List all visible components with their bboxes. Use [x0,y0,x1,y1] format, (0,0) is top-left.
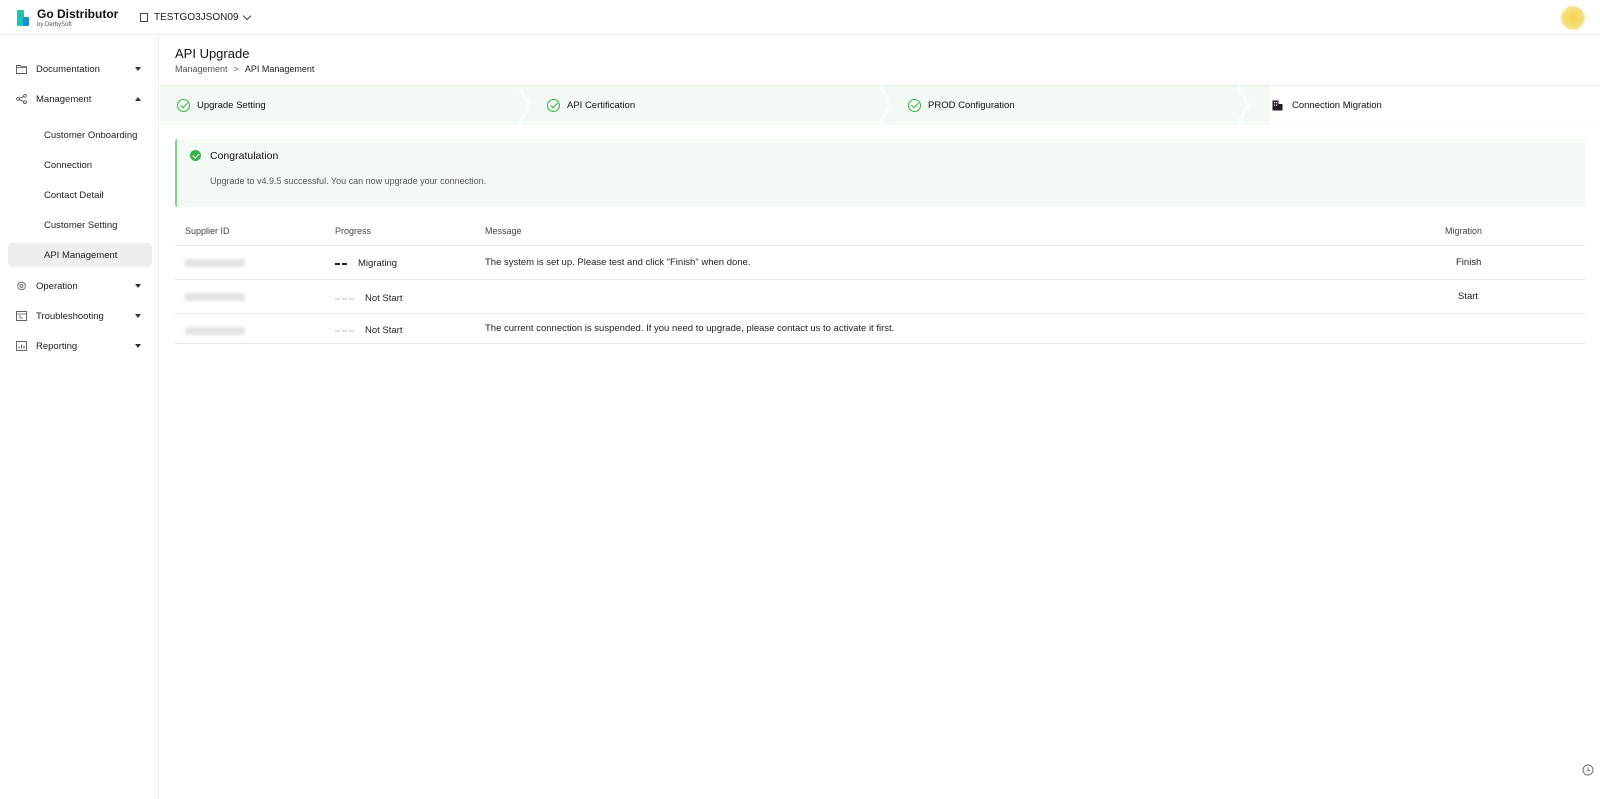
gear-icon [17,281,26,291]
row-message: The current connection is suspended. If … [485,323,895,334]
check-circle-icon [177,98,190,112]
step-label: API Certification [567,99,636,111]
sidebar-item-api-management[interactable]: API Management [8,243,152,267]
success-alert: Congratulation Upgrade to v4.9.5 success… [175,139,1585,207]
logo-mark-icon [17,10,29,26]
app-name: Go Distributor [37,7,119,21]
alert-title: Congratulation [210,150,279,162]
caret-down-icon [135,67,141,71]
step-prod-configuration[interactable]: PROD Configuration [908,86,1015,124]
column-message: Message [485,226,522,236]
caret-up-icon [135,97,141,101]
sidebar-item-management[interactable]: Management [0,84,159,114]
breadcrumb-management[interactable]: Management [175,64,228,74]
progress-status: Not Start [335,325,403,336]
column-progress: Progress [335,226,372,236]
sidebar-item-contact-detail[interactable]: Contact Detail [8,183,152,207]
sidebar: Documentation Management Customer Onboar… [0,35,159,799]
user-avatar[interactable] [1561,6,1585,30]
check-circle-icon [547,98,560,112]
alert-message: Upgrade to v4.9.5 successful. You can no… [210,176,487,186]
column-supplier-id: Supplier ID [185,226,230,236]
check-circle-icon [908,98,921,112]
tenant-selector[interactable]: TESTGO3JSON09 [140,11,252,23]
sidebar-label: Documentation [36,63,100,75]
folder-icon [16,65,27,74]
step-label: PROD Configuration [928,99,1015,111]
progress-label: Migrating [358,258,398,269]
start-button[interactable]: Start [1458,291,1478,302]
app-vendor: by DerbySoft [37,22,72,28]
chevron-down-icon [243,11,252,21]
breadcrumb-separator: > [233,64,239,74]
sidebar-item-connection[interactable]: Connection [8,153,152,177]
sidebar-label: Management [36,93,92,105]
top-header: Go Distributor by DerbySoft TESTGO3JSON0… [0,0,1600,35]
app-logo[interactable]: Go Distributor by DerbySoft [17,8,118,29]
supplier-id-redacted [185,293,245,301]
migration-table: Supplier ID Progress Message Migration M… [175,217,1585,344]
supplier-id-redacted [185,259,245,267]
help-icon[interactable] [1582,764,1594,776]
step-label: Connection Migration [1292,99,1382,111]
sidebar-label: Reporting [36,340,78,352]
progress-status: Migrating [335,258,397,269]
tenant-name: TESTGO3JSON09 [154,12,239,23]
column-migration: Migration [1445,226,1483,236]
caret-down-icon [135,344,141,348]
step-label: Upgrade Setting [197,99,266,111]
progress-label: Not Start [365,293,403,304]
step-separator-icon [880,86,892,124]
breadcrumb-current: API Management [244,64,315,74]
progress-label: Not Start [365,325,403,336]
step-upgrade-setting[interactable]: Upgrade Setting [177,86,266,124]
troubleshooting-icon [16,311,27,321]
sidebar-item-operation[interactable]: Operation [0,271,159,301]
sidebar-item-customer-setting[interactable]: Customer Setting [8,213,152,237]
sidebar-label: Troubleshooting [36,310,104,322]
table-row: Not Start Start [175,279,1585,313]
building-icon [140,13,148,22]
main-content: API Upgrade Management > API Management … [160,35,1600,799]
sidebar-item-documentation[interactable]: Documentation [0,54,159,84]
caret-down-icon [135,314,141,318]
sidebar-item-reporting[interactable]: Reporting [0,331,159,361]
progress-indicator-icon [335,329,354,332]
table-row: Not Start The current connection is susp… [175,313,1585,344]
step-api-certification[interactable]: API Certification [547,86,635,124]
table-header: Supplier ID Progress Message Migration [175,217,1585,245]
sidebar-item-troubleshooting[interactable]: Troubleshooting [0,301,159,331]
sidebar-label: Operation [36,280,78,292]
check-circle-icon [190,150,201,161]
share-icon [16,94,27,104]
progress-indicator-icon [335,297,354,300]
finish-button[interactable]: Finish [1456,257,1481,268]
row-message: The system is set up. Please test and cl… [485,257,751,268]
progress-status: Not Start [335,293,403,304]
progress-indicator-icon [335,262,347,265]
step-connection-migration[interactable]: Connection Migration [1270,86,1600,124]
step-separator-icon [1238,86,1250,124]
building-icon [1272,100,1283,110]
upgrade-steps: Upgrade Setting API Certification PROD C… [160,85,1600,125]
breadcrumb: Management > API Management [175,64,314,74]
page-title: API Upgrade [175,46,250,61]
step-separator-icon [519,86,531,124]
table-row: Migrating The system is set up. Please t… [175,245,1585,279]
sidebar-item-customer-onboarding[interactable]: Customer Onboarding [8,123,152,147]
report-icon [16,341,27,351]
caret-down-icon [135,284,141,288]
supplier-id-redacted [185,327,245,335]
